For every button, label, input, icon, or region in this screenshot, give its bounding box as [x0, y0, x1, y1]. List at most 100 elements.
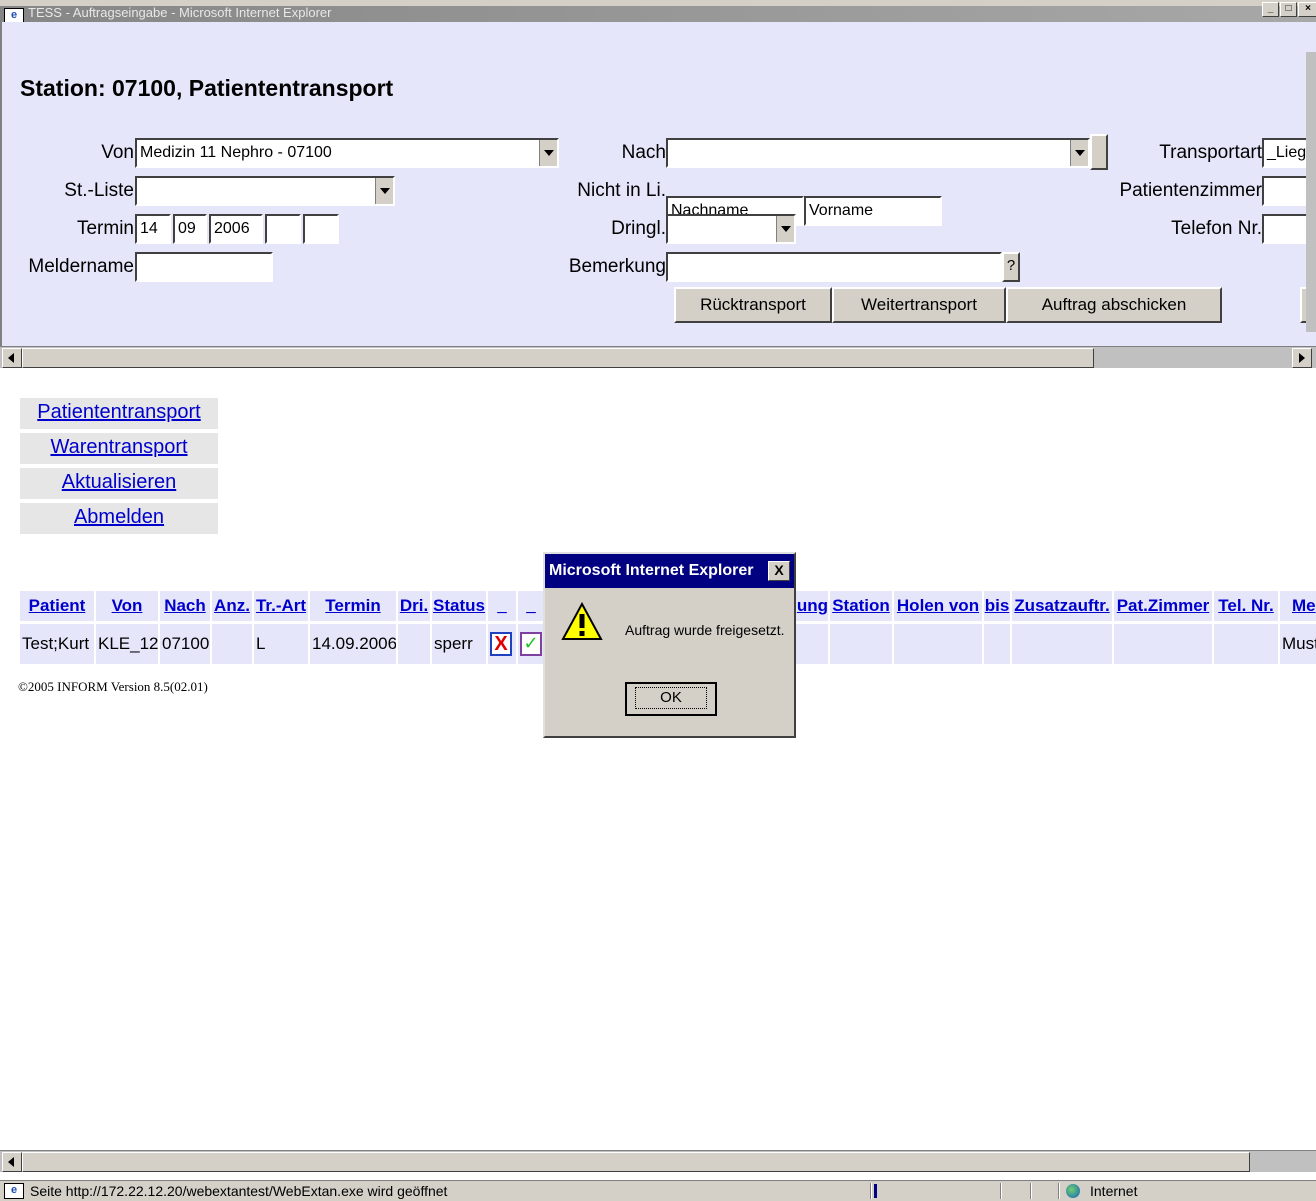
col-patient[interactable]: Patient — [20, 591, 94, 621]
bemerkung-label: Bemerkung — [568, 256, 666, 277]
auftrag-abschicken-button[interactable]: Auftrag abschicken — [1006, 287, 1222, 323]
termin-label: Termin — [76, 218, 134, 239]
chevron-down-icon[interactable] — [1070, 140, 1088, 166]
page-loading-icon: e — [4, 1183, 24, 1199]
scroll-thumb[interactable] — [22, 348, 1094, 368]
cell-von: KLE_12 — [96, 624, 158, 664]
status-bar: e Seite http://172.22.12.20/webextantest… — [0, 1180, 1316, 1201]
vorname-field[interactable]: Vorname — [804, 196, 942, 226]
version-footer: ©2005 INFORM Version 8.5(02.01) — [18, 679, 208, 694]
scroll-right-arrow-icon[interactable] — [1292, 348, 1312, 368]
telefon-label: Telefon Nr. — [1171, 218, 1262, 239]
progress-indicator — [874, 1184, 877, 1198]
scroll-left-arrow-icon[interactable] — [2, 348, 22, 368]
col-nach[interactable]: Nach — [160, 591, 210, 621]
checkmark-icon[interactable]: ✓ — [520, 632, 542, 656]
stliste-label: St.-Liste — [64, 180, 134, 201]
meldername-label: Meldername — [28, 256, 134, 277]
status-separator — [1058, 1183, 1060, 1199]
cell-dri — [398, 624, 430, 664]
cell-patzimmer — [1114, 624, 1212, 664]
col-patzimmer[interactable]: Pat.Zimmer — [1114, 591, 1212, 621]
transportart-label: Transportart — [1159, 142, 1262, 163]
col-bemerkung-partial[interactable]: ung — [796, 591, 828, 621]
col-bis[interactable]: bis — [984, 591, 1010, 621]
cell-me: Must — [1280, 624, 1316, 664]
ok-label: OK — [635, 687, 707, 709]
col-me-partial[interactable]: Me — [1280, 591, 1316, 621]
col-status[interactable]: Status — [432, 591, 486, 621]
col-von[interactable]: Von — [96, 591, 158, 621]
maximize-button[interactable]: □ — [1280, 2, 1297, 17]
scroll-left-arrow-icon[interactable] — [2, 1152, 22, 1172]
meldername-field[interactable] — [135, 252, 273, 282]
page-horizontal-scrollbar[interactable] — [0, 1150, 1316, 1172]
col-trart[interactable]: Tr.-Art — [254, 591, 308, 621]
nach-label: Nach — [621, 142, 666, 163]
nav-patiententransport[interactable]: Patiententransport — [20, 398, 218, 429]
col-action1[interactable]: _ — [488, 591, 516, 621]
bemerkung-help-button[interactable]: ? — [1002, 252, 1020, 282]
cell-zusatzauftr — [1012, 624, 1112, 664]
ok-button[interactable]: OK — [625, 682, 717, 716]
status-separator — [1000, 1183, 1002, 1199]
nav-warentransport[interactable]: Warentransport — [20, 433, 218, 464]
window-title-bar: e TESS - Auftragseingabe - Microsoft Int… — [0, 0, 1316, 24]
zone-text: Internet — [1090, 1183, 1138, 1199]
dialog-message: Auftrag wurde freigesetzt. — [625, 622, 785, 638]
nav-aktualisieren[interactable]: Aktualisieren — [20, 468, 218, 499]
col-station[interactable]: Station — [830, 591, 892, 621]
termin-day-field[interactable]: 14 — [135, 214, 171, 244]
delete-x-icon[interactable]: X — [490, 632, 512, 656]
nach-select[interactable] — [666, 138, 1090, 168]
dringl-select[interactable] — [666, 214, 796, 244]
termin-hour-field[interactable] — [265, 214, 301, 244]
internet-zone-icon — [1066, 1184, 1080, 1198]
von-label: Von — [101, 142, 134, 163]
von-select[interactable]: Medizin 11 Nephro - 07100 — [135, 138, 559, 168]
nav-abmelden[interactable]: Abmelden — [20, 503, 218, 534]
chevron-down-icon[interactable] — [375, 178, 393, 204]
col-anz[interactable]: Anz. — [212, 591, 252, 621]
cell-holen-von — [894, 624, 982, 664]
dialog-title-text: Microsoft Internet Explorer — [549, 562, 754, 579]
bemerkung-field[interactable] — [666, 252, 1002, 282]
col-zusatzauftr[interactable]: Zusatzauftr. — [1012, 591, 1112, 621]
termin-minute-field[interactable] — [303, 214, 339, 244]
cell-nach: 07100 — [160, 624, 210, 664]
patientenzimmer-label: Patientenzimmer — [1119, 180, 1262, 201]
col-holen-von[interactable]: Holen von — [894, 591, 982, 621]
chevron-down-icon[interactable] — [539, 140, 557, 166]
dringl-label: Dringl. — [611, 218, 666, 239]
col-action2[interactable]: _ — [518, 591, 544, 621]
stliste-select[interactable] — [135, 176, 395, 206]
nav-link[interactable]: Aktualisieren — [62, 471, 177, 493]
cell-status: sperr — [432, 624, 486, 664]
col-termin[interactable]: Termin — [310, 591, 396, 621]
chevron-down-icon[interactable] — [776, 216, 794, 242]
dialog-title: Microsoft Internet Explorer — [545, 554, 794, 588]
von-value: Medizin 11 Nephro - 07100 — [140, 144, 332, 161]
scroll-thumb[interactable] — [22, 1152, 1250, 1172]
cell-patient: Test;Kurt — [20, 624, 94, 664]
ruecktransport-button[interactable]: Rücktransport — [674, 287, 832, 323]
nav-link[interactable]: Warentransport — [50, 436, 187, 458]
nav-link[interactable]: Abmelden — [74, 506, 164, 528]
col-telnr[interactable]: Tel. Nr. — [1214, 591, 1278, 621]
cell-anz — [212, 624, 252, 664]
frame-horizontal-scrollbar[interactable] — [0, 346, 1316, 368]
window-title: TESS - Auftragseingabe - Microsoft Inter… — [28, 5, 332, 20]
minimize-button[interactable]: _ — [1262, 2, 1279, 17]
termin-month-field[interactable]: 09 — [173, 214, 207, 244]
frame-vertical-scrollbar[interactable] — [1306, 52, 1316, 332]
status-separator — [870, 1183, 872, 1199]
weitertransport-button[interactable]: Weitertransport — [832, 287, 1006, 323]
termin-year-field[interactable]: 2006 — [209, 214, 263, 244]
col-dri[interactable]: Dri. — [398, 591, 430, 621]
cell-delete: X — [488, 624, 516, 664]
nav-link[interactable]: Patiententransport — [37, 401, 200, 423]
warning-icon — [561, 602, 603, 640]
close-window-button[interactable]: × — [1298, 2, 1316, 17]
nach-extra-button[interactable] — [1090, 134, 1108, 170]
dialog-close-button[interactable]: X — [768, 561, 790, 581]
